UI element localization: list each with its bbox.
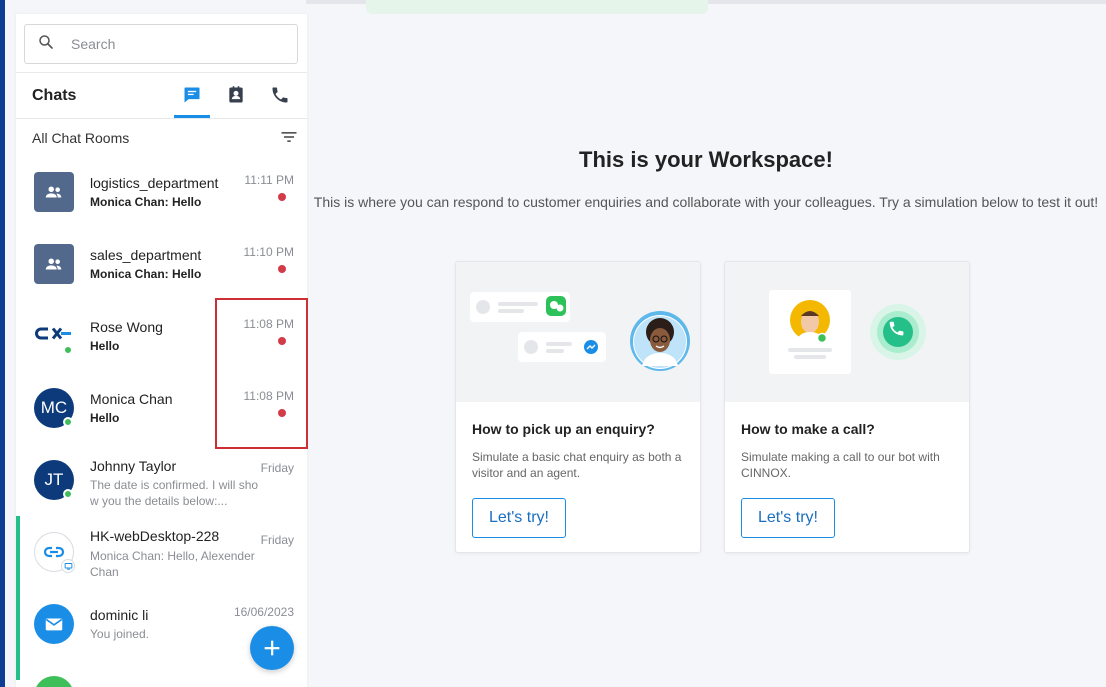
chat-name: HK-webDesktop-228 (90, 528, 220, 544)
desktop-icon (64, 562, 72, 570)
group-avatar (34, 244, 74, 284)
chat-name: Johnny Taylor (90, 458, 177, 474)
online-status-dot (63, 345, 73, 355)
new-chat-button[interactable] (250, 626, 294, 670)
chat-name: Rose Wong (90, 319, 163, 335)
chat-time: 11:08 PM (243, 317, 294, 331)
chat-preview: Hello (90, 339, 120, 353)
chat-time: Friday (260, 533, 294, 547)
chat-item-hk-webdesktop-228[interactable]: HK-webDesktop-228 Monica Chan: Hello, Al… (16, 516, 307, 588)
call-illustration (725, 262, 969, 402)
online-status-dot (63, 489, 73, 499)
mail-icon (45, 618, 63, 631)
chat-time: 11:08 PM (243, 389, 294, 403)
desktop-badge (61, 559, 75, 573)
phone-icon (272, 87, 288, 103)
chat-item-logistics-department[interactable]: logistics_department Monica Chan: Hello … (16, 156, 307, 228)
chat-enquiry-illustration (456, 262, 700, 402)
chats-header: Chats (16, 72, 307, 118)
filter-icon[interactable] (279, 127, 299, 147)
chat-item-rose-wong[interactable]: Rose Wong Hello 11:08 PM (16, 300, 307, 372)
workspace-title: This is your Workspace! (579, 147, 833, 172)
search-box[interactable] (24, 24, 298, 64)
top-notification-bar (366, 0, 708, 14)
chat-item-johnny-taylor[interactable]: JT Johnny Taylor The date is confirmed. … (16, 444, 307, 516)
unread-indicator (278, 337, 286, 345)
tab-chats[interactable] (174, 72, 210, 118)
chat-time: Friday (260, 461, 294, 475)
chat-list: logistics_department Monica Chan: Hello … (16, 156, 307, 687)
chat-name: Monica Chan (90, 391, 173, 407)
chat-preview: Monica Chan: Hello, Alexender Chan (90, 549, 255, 579)
search-icon (37, 33, 55, 56)
chat-name: logistics_department (90, 175, 219, 191)
tab-calls[interactable] (262, 72, 298, 118)
partial-avatar (34, 676, 74, 687)
chat-preview: Monica Chan: Hello (90, 267, 202, 281)
chats-title: Chats (32, 87, 77, 104)
chat-time: 16/06/2023 (233, 605, 294, 619)
chat-sidebar: Chats All Chat Rooms logistics_departmen… (16, 14, 307, 687)
chat-preview: The date is confirmed. I will sho w you … (90, 478, 259, 508)
search-input[interactable] (71, 36, 271, 52)
chat-preview: Monica Chan: Hello (90, 195, 202, 209)
group-avatar (34, 172, 74, 212)
card-title: How to pick up an enquiry? (472, 421, 655, 437)
card-description: Simulate a basic chat enquiry as both a … (472, 450, 682, 480)
plus-icon (264, 640, 280, 656)
chat-item-sales-department[interactable]: sales_department Monica Chan: Hello 11:1… (16, 228, 307, 300)
unread-indicator (278, 265, 286, 273)
workspace-subtitle: This is where you can respond to custome… (313, 194, 1099, 210)
chat-time: 11:10 PM (243, 245, 294, 259)
enquiry-tutorial-card: How to pick up an enquiry? Simulate a ba… (455, 261, 701, 553)
chat-name: dominic li (90, 607, 149, 623)
contact-card-icon (229, 86, 243, 103)
card-description: Simulate making a call to our bot with C… (741, 450, 940, 480)
try-enquiry-button[interactable]: Let's try! (472, 498, 566, 538)
card-title: How to make a call? (741, 421, 875, 437)
chat-preview: Hello (90, 411, 120, 425)
chat-bubble-icon (184, 87, 200, 103)
tab-contacts[interactable] (218, 72, 254, 118)
unread-indicator (278, 409, 286, 417)
online-status-dot (63, 417, 73, 427)
chat-item-monica-chan[interactable]: MC Monica Chan Hello 11:08 PM (16, 372, 307, 444)
group-icon (45, 258, 62, 270)
chat-preview: You joined. (90, 627, 149, 641)
chat-room-filter: All Chat Rooms (16, 118, 307, 156)
call-tutorial-card: How to make a call? Simulate making a ca… (724, 261, 970, 553)
chat-name: sales_department (90, 247, 202, 263)
mail-avatar (34, 604, 74, 644)
left-edge-strip (0, 0, 5, 687)
group-icon (45, 186, 62, 198)
filter-label: All Chat Rooms (32, 130, 130, 146)
chat-time: 11:11 PM (244, 173, 294, 187)
try-call-button[interactable]: Let's try! (741, 498, 835, 538)
unread-indicator (278, 193, 286, 201)
